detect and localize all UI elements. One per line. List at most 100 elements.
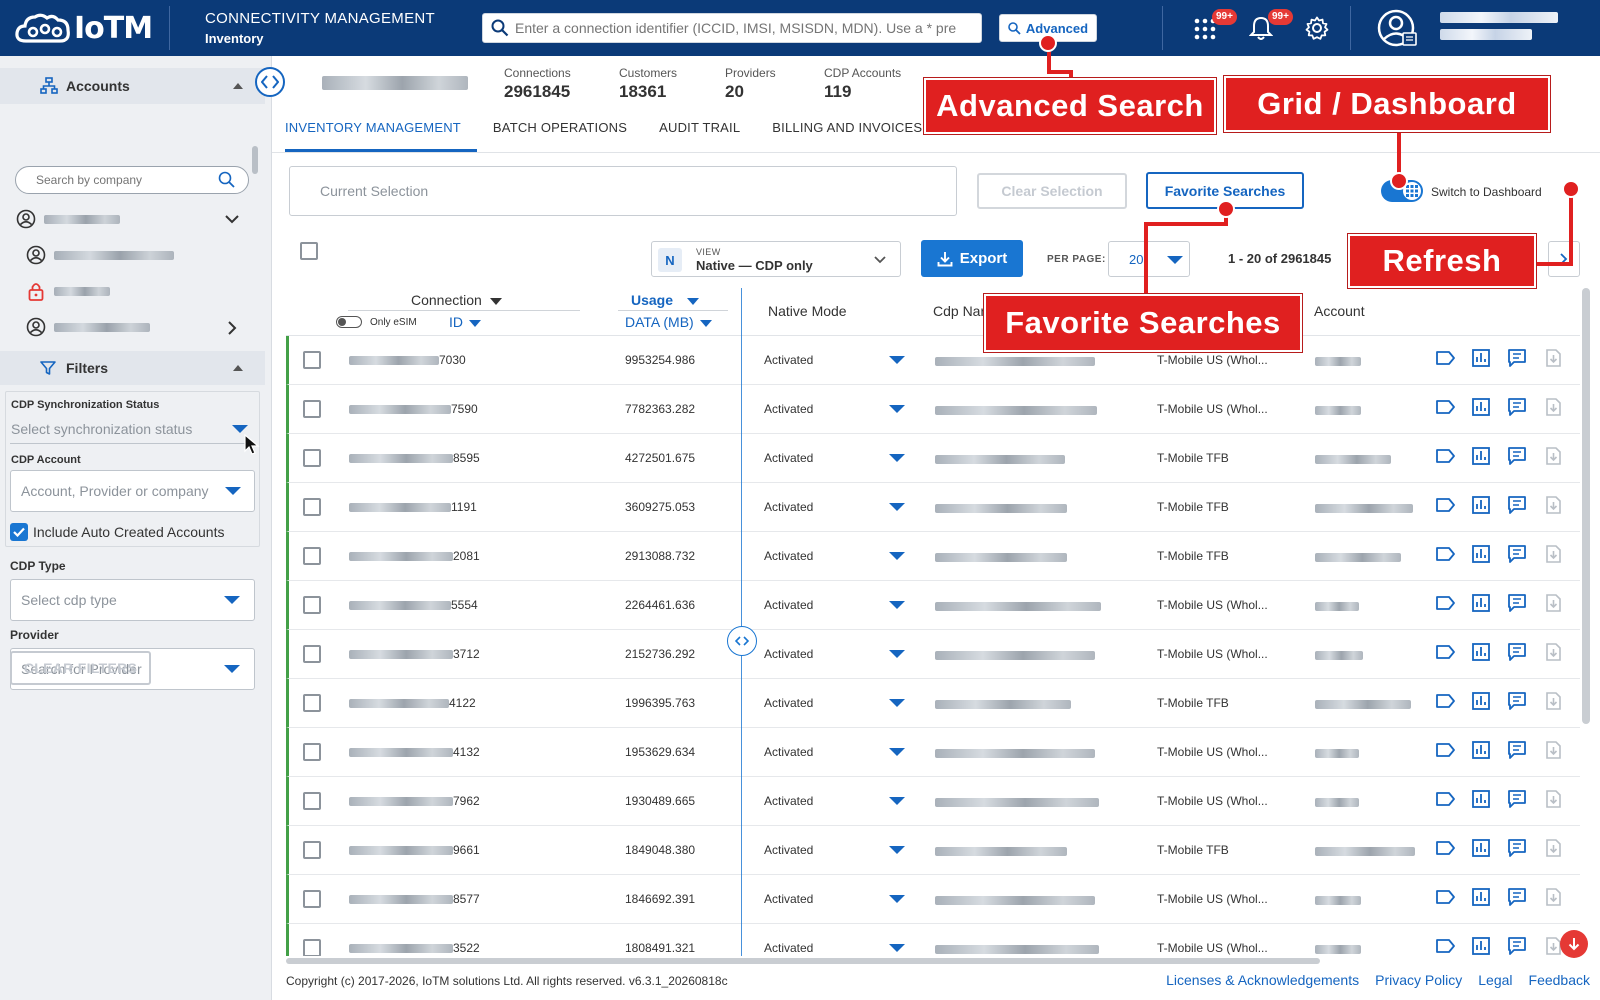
comment-icon[interactable] bbox=[1507, 838, 1529, 858]
feedback-link[interactable]: Feedback bbox=[1529, 972, 1590, 988]
cdp-name-column-header[interactable]: Cdp Nar bbox=[933, 303, 985, 319]
tab-inventory-management[interactable]: INVENTORY MANAGEMENT bbox=[285, 120, 477, 152]
usage-chart-icon[interactable] bbox=[1471, 642, 1493, 662]
data-mb-column-header[interactable]: DATA (MB) bbox=[625, 314, 712, 330]
usage-chart-icon[interactable] bbox=[1471, 740, 1493, 760]
scroll-down-button[interactable] bbox=[1560, 930, 1588, 958]
row-checkbox[interactable] bbox=[303, 596, 321, 614]
sync-status-select[interactable]: Select synchronization status bbox=[10, 414, 255, 444]
usage-column-header[interactable]: Usage bbox=[631, 292, 700, 308]
native-mode-dropdown-arrow-icon[interactable] bbox=[889, 405, 905, 413]
tab-billing-and-invoices[interactable]: BILLING AND INVOICES bbox=[772, 120, 938, 152]
comment-icon[interactable] bbox=[1507, 740, 1529, 760]
tag-icon[interactable] bbox=[1435, 642, 1457, 662]
table-row[interactable]: 4122 1996395.763 Activated T-Mobile TFB bbox=[286, 679, 1580, 728]
row-checkbox[interactable] bbox=[303, 400, 321, 418]
native-mode-column-header[interactable]: Native Mode bbox=[768, 303, 847, 319]
row-checkbox[interactable] bbox=[303, 841, 321, 859]
company-search-input[interactable] bbox=[36, 173, 206, 187]
native-mode-dropdown-arrow-icon[interactable] bbox=[889, 944, 905, 952]
tab-audit-trail[interactable]: AUDIT TRAIL bbox=[659, 120, 756, 152]
table-row[interactable]: 5554 2264461.636 Activated T-Mobile US (… bbox=[286, 581, 1580, 630]
cdp-account-select[interactable]: Account, Provider or company bbox=[10, 470, 255, 512]
account-tree-item[interactable] bbox=[26, 281, 110, 301]
row-checkbox[interactable] bbox=[303, 449, 321, 467]
dropdown-arrow-icon[interactable] bbox=[224, 665, 240, 673]
table-row[interactable]: 8595 4272501.675 Activated T-Mobile TFB bbox=[286, 434, 1580, 483]
native-mode-dropdown-arrow-icon[interactable] bbox=[889, 895, 905, 903]
id-column-header[interactable]: ID bbox=[449, 314, 481, 330]
table-row[interactable]: 7590 7782363.282 Activated T-Mobile US (… bbox=[286, 385, 1580, 434]
legal-link[interactable]: Legal bbox=[1478, 972, 1512, 988]
dropdown-arrow-icon[interactable] bbox=[225, 487, 241, 495]
comment-icon[interactable] bbox=[1507, 446, 1529, 466]
tag-icon[interactable] bbox=[1435, 348, 1457, 368]
tag-icon[interactable] bbox=[1435, 740, 1457, 760]
table-row[interactable]: 3522 1808491.321 Activated T-Mobile US (… bbox=[286, 924, 1580, 956]
tag-icon[interactable] bbox=[1435, 691, 1457, 711]
clear-filters-button[interactable]: CLEAR FILTERS bbox=[10, 651, 151, 685]
tag-icon[interactable] bbox=[1435, 446, 1457, 466]
licenses-link[interactable]: Licenses & Acknowledgements bbox=[1166, 972, 1359, 988]
row-checkbox[interactable] bbox=[303, 939, 321, 956]
native-mode-dropdown-arrow-icon[interactable] bbox=[889, 503, 905, 511]
table-row[interactable]: 7030 9953254.986 Activated T-Mobile US (… bbox=[286, 336, 1580, 385]
connection-search-input[interactable] bbox=[515, 20, 975, 36]
connection-column-header[interactable]: Connection bbox=[411, 292, 502, 308]
usage-chart-icon[interactable] bbox=[1471, 936, 1493, 956]
include-auto-checkbox[interactable] bbox=[10, 523, 28, 541]
usage-chart-icon[interactable] bbox=[1471, 495, 1493, 515]
native-mode-dropdown-arrow-icon[interactable] bbox=[889, 454, 905, 462]
comment-icon[interactable] bbox=[1507, 544, 1529, 564]
clear-selection-button[interactable]: Clear Selection bbox=[977, 173, 1127, 209]
column-resize-handle[interactable] bbox=[727, 626, 757, 656]
sidebar-collapse-toggle[interactable] bbox=[255, 67, 285, 97]
iotm-logo[interactable]: IoTM bbox=[14, 10, 153, 46]
native-mode-dropdown-arrow-icon[interactable] bbox=[889, 699, 905, 707]
download-icon[interactable] bbox=[1543, 789, 1565, 809]
sidebar-scrollbar[interactable] bbox=[252, 146, 258, 174]
usage-chart-icon[interactable] bbox=[1471, 446, 1493, 466]
connection-search-box[interactable] bbox=[482, 13, 982, 43]
comment-icon[interactable] bbox=[1507, 789, 1529, 809]
chevron-right-icon[interactable] bbox=[228, 321, 237, 335]
cdp-type-select[interactable]: Select cdp type bbox=[10, 579, 255, 621]
usage-chart-icon[interactable] bbox=[1471, 887, 1493, 907]
collapse-up-icon[interactable] bbox=[233, 365, 243, 371]
download-icon[interactable] bbox=[1543, 446, 1565, 466]
dropdown-arrow-icon[interactable] bbox=[232, 425, 248, 433]
usage-chart-icon[interactable] bbox=[1471, 691, 1493, 711]
row-checkbox[interactable] bbox=[303, 498, 321, 516]
table-horizontal-scrollbar[interactable] bbox=[286, 958, 1320, 964]
tag-icon[interactable] bbox=[1435, 789, 1457, 809]
row-checkbox[interactable] bbox=[303, 743, 321, 761]
usage-chart-icon[interactable] bbox=[1471, 789, 1493, 809]
native-mode-dropdown-arrow-icon[interactable] bbox=[889, 601, 905, 609]
account-tree-item[interactable] bbox=[26, 317, 150, 337]
per-page-select[interactable]: 20 bbox=[1108, 241, 1190, 277]
table-row[interactable]: 2081 2913088.732 Activated T-Mobile TFB bbox=[286, 532, 1580, 581]
dropdown-arrow-icon[interactable] bbox=[224, 596, 240, 604]
download-icon[interactable] bbox=[1543, 544, 1565, 564]
privacy-policy-link[interactable]: Privacy Policy bbox=[1375, 972, 1462, 988]
row-checkbox[interactable] bbox=[303, 645, 321, 663]
download-icon[interactable] bbox=[1543, 642, 1565, 662]
account-tree-item[interactable] bbox=[26, 245, 174, 265]
tab-batch-operations[interactable]: BATCH OPERATIONS bbox=[493, 120, 643, 152]
chevron-down-icon[interactable] bbox=[225, 215, 239, 224]
table-row[interactable]: 9661 1849048.380 Activated T-Mobile TFB bbox=[286, 826, 1580, 875]
usage-chart-icon[interactable] bbox=[1471, 397, 1493, 417]
native-mode-dropdown-arrow-icon[interactable] bbox=[889, 356, 905, 364]
usage-chart-icon[interactable] bbox=[1471, 838, 1493, 858]
usage-chart-icon[interactable] bbox=[1471, 593, 1493, 613]
tag-icon[interactable] bbox=[1435, 397, 1457, 417]
tag-icon[interactable] bbox=[1435, 887, 1457, 907]
comment-icon[interactable] bbox=[1507, 936, 1529, 956]
accounts-section-header[interactable]: Accounts bbox=[0, 68, 265, 104]
table-row[interactable]: 4132 1953629.634 Activated T-Mobile US (… bbox=[286, 728, 1580, 777]
user-avatar-icon[interactable] bbox=[1376, 8, 1418, 48]
native-mode-dropdown-arrow-icon[interactable] bbox=[889, 650, 905, 658]
tag-icon[interactable] bbox=[1435, 495, 1457, 515]
comment-icon[interactable] bbox=[1507, 397, 1529, 417]
account-tree-item[interactable] bbox=[16, 209, 120, 229]
